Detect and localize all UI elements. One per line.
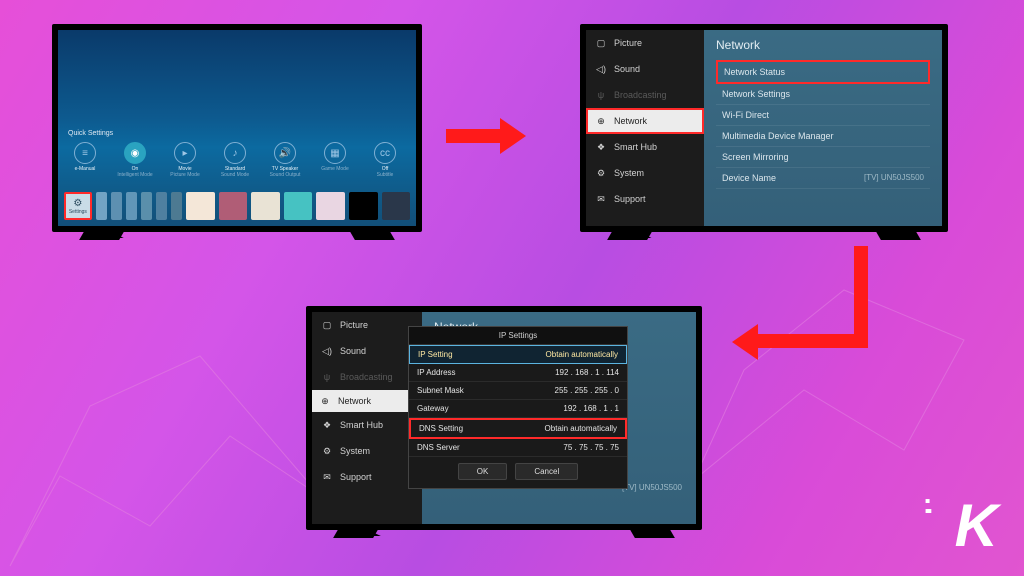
sidebar-item-network[interactable]: ⊕Network [312,390,422,412]
app-tile[interactable] [219,192,248,220]
app-tile[interactable] [316,192,345,220]
globe-icon: ⊕ [318,394,332,408]
eye-icon: ◉ [124,142,146,164]
ip-settings-dialog: IP Settings IP SettingObtain automatical… [408,326,628,489]
gear-icon: ⚙ [320,444,334,458]
speaker-icon: 🔊 [274,142,296,164]
sidebar-item-network[interactable]: ⊕Network [586,108,704,134]
antenna-icon: ψ [320,370,334,384]
sidebar-item-broadcasting[interactable]: ψBroadcasting [312,364,422,390]
option-wifi-direct[interactable]: Wi-Fi Direct [716,105,930,126]
sound-icon: ◁) [594,62,608,76]
cc-icon: cc [374,142,396,164]
row-ip-address[interactable]: IP Address192 . 168 . 1 . 114 [409,364,627,382]
tv-step-1: Quick Settings ≡e-Manual ◉OnIntelligent … [52,24,422,232]
hub-icon: ❖ [594,140,608,154]
globe-icon: ⊕ [594,114,608,128]
option-mdm[interactable]: Multimedia Device Manager [716,126,930,147]
quick-settings-label: Quick Settings [68,130,113,137]
settings-sidebar: ▢Picture ◁)Sound ψBroadcasting ⊕Network … [312,312,422,524]
sidebar-item-support[interactable]: ✉Support [586,186,704,212]
launcher-tiles: ⚙Settings [64,192,410,220]
sidebar-item-smarthub[interactable]: ❖Smart Hub [586,134,704,160]
dialog-title: IP Settings [409,327,627,345]
sidebar-item-broadcasting[interactable]: ψBroadcasting [586,82,704,108]
sound-icon: ◁) [320,344,334,358]
qs-item-subtitle[interactable]: ccOffSubtitle [366,142,404,178]
picture-icon: ▢ [594,36,608,50]
qs-item-emanual[interactable]: ≡e-Manual [66,142,104,178]
option-screen-mirroring[interactable]: Screen Mirroring [716,147,930,168]
support-icon: ✉ [594,192,608,206]
site-logo: ▪▪▪ K [955,491,994,560]
launcher-smallbtn[interactable] [96,192,107,220]
sidebar-item-system[interactable]: ⚙System [312,438,422,464]
qs-item-intelligent[interactable]: ◉OnIntelligent Mode [116,142,154,178]
launcher-smallbtn[interactable] [126,192,137,220]
option-device-name[interactable]: Device Name [TV] UN50JS500 [716,168,930,189]
support-icon: ✉ [320,470,334,484]
cancel-button[interactable]: Cancel [515,463,578,480]
settings-tile[interactable]: ⚙Settings [64,192,92,220]
tv-step-3: ▢Picture ◁)Sound ψBroadcasting ⊕Network … [306,306,702,530]
gear-icon: ⚙ [73,198,82,209]
app-tile[interactable] [186,192,215,220]
row-subnet-mask[interactable]: Subnet Mask255 . 255 . 255 . 0 [409,382,627,400]
launcher-smallbtn[interactable] [156,192,167,220]
hub-icon: ❖ [320,418,334,432]
row-gateway[interactable]: Gateway192 . 168 . 1 . 1 [409,400,627,418]
launcher-smallbtn[interactable] [141,192,152,220]
tv-step-2: ▢Picture ◁)Sound ψBroadcasting ⊕ Network … [580,24,948,232]
qs-item-sound-output[interactable]: 🔊TV SpeakerSound Output [266,142,304,178]
app-tile[interactable] [349,192,378,220]
option-network-status[interactable]: Network Status [716,60,930,84]
option-network-settings[interactable]: Network Settings [716,84,930,105]
row-dns-server[interactable]: DNS Server75 . 75 . 75 . 75 [409,439,627,457]
ok-button[interactable]: OK [458,463,508,480]
logo-dots-icon: ▪▪▪ [925,497,928,517]
app-tile[interactable] [284,192,313,220]
sidebar-item-smarthub[interactable]: ❖Smart Hub [312,412,422,438]
qs-item-picture-mode[interactable]: ▸MoviePicture Mode [166,142,204,178]
sidebar-item-picture[interactable]: ▢Picture [586,30,704,56]
device-name-value: [TV] UN50JS500 [622,483,682,492]
app-tile[interactable] [382,192,411,220]
panel-title: Network [716,38,930,52]
launcher-smallbtn[interactable] [111,192,122,220]
arrow-step-1-to-2 [446,118,526,154]
settings-sidebar: ▢Picture ◁)Sound ψBroadcasting ⊕Network … [586,30,704,226]
picture-icon: ▢ [320,318,334,332]
sidebar-item-system[interactable]: ⚙System [586,160,704,186]
antenna-icon: ψ [594,88,608,102]
row-ip-setting[interactable]: IP SettingObtain automatically [409,345,627,364]
book-icon: ≡ [74,142,96,164]
note-icon: ♪ [224,142,246,164]
sidebar-item-sound[interactable]: ◁)Sound [586,56,704,82]
quick-settings-row: ≡e-Manual ◉OnIntelligent Mode ▸MoviePict… [66,142,408,178]
qs-item-game-mode[interactable]: ▦Game Mode [316,142,354,178]
app-tile[interactable] [251,192,280,220]
sidebar-item-support[interactable]: ✉Support [312,464,422,490]
sidebar-item-sound[interactable]: ◁)Sound [312,338,422,364]
gear-icon: ⚙ [594,166,608,180]
launcher-smallbtn[interactable] [171,192,182,220]
play-icon: ▸ [174,142,196,164]
qs-item-sound-mode[interactable]: ♪StandardSound Mode [216,142,254,178]
sidebar-item-picture[interactable]: ▢Picture [312,312,422,338]
row-dns-setting[interactable]: DNS SettingObtain automatically [409,418,627,439]
game-icon: ▦ [324,142,346,164]
